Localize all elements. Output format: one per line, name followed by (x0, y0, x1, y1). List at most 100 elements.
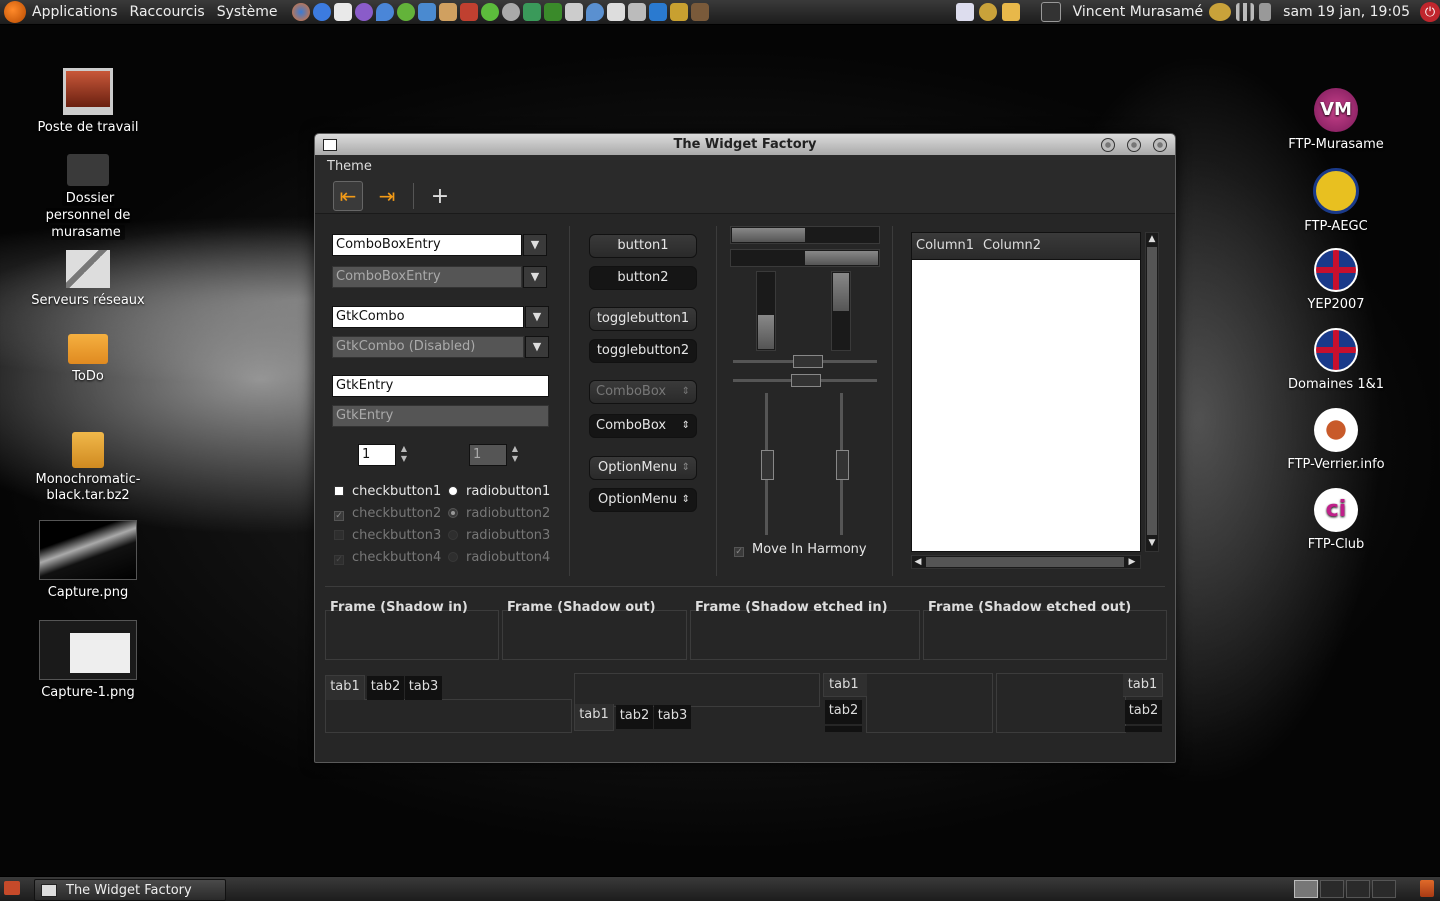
tab-1[interactable]: tab1 (1123, 673, 1163, 697)
tab-1[interactable]: tab1 (823, 673, 867, 697)
image-viewer-icon[interactable] (438, 3, 457, 21)
desktop-icon-ftp-aegc[interactable]: FTP-AEGC (1276, 168, 1396, 235)
tab-3[interactable] (1125, 726, 1162, 732)
chevron-down-icon[interactable]: ▼ (523, 266, 547, 288)
add-button[interactable]: + (426, 182, 454, 210)
cube-icon[interactable] (522, 3, 541, 21)
window-menu-icon[interactable] (323, 139, 337, 151)
minimize-button[interactable] (1101, 138, 1115, 152)
scrollbar-thumb[interactable] (1147, 247, 1157, 535)
arrow-right-icon[interactable]: ▶ (1126, 556, 1138, 568)
tab-2[interactable]: tab2 (825, 700, 862, 724)
video-icon[interactable] (459, 3, 478, 21)
tab-3[interactable] (825, 726, 862, 732)
terminal-icon[interactable] (1040, 2, 1061, 22)
desktop-icon-capture[interactable]: Capture.png (28, 520, 148, 601)
volume-icon[interactable] (1259, 3, 1272, 21)
go-first-button[interactable]: ⇤ (333, 181, 363, 211)
menu-systeme[interactable]: Système (211, 0, 284, 24)
spin-button-1[interactable]: 1 (358, 444, 396, 466)
user-name[interactable]: Vincent Murasamé (1067, 4, 1210, 20)
vertical-scrollbar[interactable]: ▲ ▼ (1145, 232, 1159, 552)
power-icon[interactable]: ⏻ (1420, 2, 1440, 22)
hscale-1-handle[interactable] (793, 355, 823, 368)
move-in-harmony-checkbox[interactable]: ✓ Move In Harmony (734, 542, 867, 557)
gtk-combo-input[interactable]: GtkCombo (332, 306, 524, 328)
settings-icon[interactable] (978, 3, 997, 21)
close-button[interactable] (1153, 138, 1167, 152)
play-icon[interactable] (480, 3, 499, 21)
desktop-icon-archive[interactable]: Monochromatic-black.tar.bz2 (28, 432, 148, 504)
chat-icon[interactable] (354, 3, 373, 21)
spin-arrows-icon[interactable]: ▲ ▼ (399, 444, 409, 466)
tab-2[interactable]: tab2 (1125, 700, 1162, 724)
togglebutton2[interactable]: togglebutton2 (589, 339, 697, 363)
desktop-icon-yep2007[interactable]: YEP2007 (1276, 248, 1396, 313)
screenshot-icon[interactable] (955, 3, 974, 21)
folder-icon[interactable] (1001, 3, 1020, 21)
eyes-icon[interactable] (501, 3, 520, 21)
combobox[interactable]: ComboBox ⇕ (589, 414, 697, 438)
hscale-2-handle[interactable] (791, 374, 821, 387)
arrow-down-icon[interactable]: ▼ (1146, 537, 1158, 549)
media-icon[interactable] (396, 3, 415, 21)
vscale-1-handle[interactable] (761, 450, 774, 480)
optionmenu-2[interactable]: OptionMenu ⇕ (589, 488, 697, 512)
column-header-1[interactable]: Column1 (912, 233, 983, 260)
show-desktop-icon[interactable] (4, 881, 20, 895)
drop-icon[interactable] (375, 3, 394, 21)
desktop-icon-ftp-murasame[interactable]: VM FTP-Murasame (1276, 88, 1396, 153)
tab-2[interactable]: tab2 (616, 705, 653, 729)
chevron-down-icon[interactable]: ▼ (523, 234, 547, 256)
button2[interactable]: button2 (589, 266, 697, 290)
optionmenu-1[interactable]: OptionMenu ⇕ (589, 456, 697, 480)
shield-icon[interactable] (627, 3, 646, 21)
taskbar-window-button[interactable]: The Widget Factory (34, 879, 226, 901)
window-titlebar[interactable]: The Widget Factory (315, 134, 1175, 155)
tab-1[interactable]: tab1 (325, 675, 365, 700)
ie-icon[interactable] (312, 3, 331, 21)
go-last-button[interactable]: ⇥ (373, 182, 401, 210)
tab-3[interactable]: tab3 (654, 705, 691, 729)
radiobutton2[interactable]: radiobutton2 (448, 506, 550, 521)
maximize-button[interactable] (1127, 138, 1141, 152)
workspace-2[interactable] (1320, 880, 1344, 898)
checkbutton1[interactable]: checkbutton1 (334, 484, 441, 499)
firefox-icon[interactable] (291, 3, 310, 21)
workspace-3[interactable] (1346, 880, 1370, 898)
workspace-4[interactable] (1372, 880, 1396, 898)
scrollbar-thumb[interactable] (926, 557, 1124, 567)
desktop-icon-todo[interactable]: ToDo (28, 334, 148, 385)
column-header-2[interactable]: Column2 (979, 233, 1140, 260)
vscale-2-handle[interactable] (836, 450, 849, 480)
tab-1[interactable]: tab1 (574, 704, 614, 731)
leaf-icon[interactable] (543, 3, 562, 21)
arrow-left-icon[interactable]: ◀ (912, 556, 924, 568)
combo-box-entry-2-input[interactable]: ComboBoxEntry (332, 266, 522, 288)
mail-icon[interactable] (333, 3, 352, 21)
desktop-icon-ftp-club[interactable]: ci FTP-Club (1276, 488, 1396, 553)
desktop-icon-computer[interactable]: Poste de travail (28, 68, 148, 136)
desktop-icon-ftp-verrier[interactable]: FTP-Verrier.info (1276, 408, 1396, 473)
button1[interactable]: button1 (589, 234, 697, 258)
water-icon[interactable] (585, 3, 604, 21)
menu-applications[interactable]: Applications (26, 0, 124, 24)
menu-raccourcis[interactable]: Raccourcis (124, 0, 211, 24)
network-icon[interactable] (1236, 3, 1255, 21)
tab-2[interactable]: tab2 (367, 676, 404, 700)
gnome-foot-icon[interactable] (4, 1, 26, 23)
desktop-icon-capture-1[interactable]: Capture-1.png (28, 620, 148, 701)
chart-icon[interactable] (648, 3, 667, 21)
chevron-down-icon[interactable]: ▼ (525, 306, 549, 328)
gtk-entry-input[interactable]: GtkEntry (332, 375, 549, 397)
checkbutton2[interactable]: ✓ checkbutton2 (334, 506, 441, 521)
clock[interactable]: sam 19 jan, 19:05 (1277, 4, 1416, 20)
scatter-icon[interactable] (606, 3, 625, 21)
pencil-icon[interactable] (669, 3, 688, 21)
weather-icon[interactable] (1209, 3, 1232, 21)
trash-icon[interactable] (1420, 880, 1434, 897)
combo-box-entry-input[interactable]: ComboBoxEntry (332, 234, 522, 256)
desktop-icon-network[interactable]: Serveurs réseaux (28, 250, 148, 309)
togglebutton1[interactable]: togglebutton1 (589, 307, 697, 331)
arrow-up-icon[interactable]: ▲ (1146, 233, 1158, 245)
